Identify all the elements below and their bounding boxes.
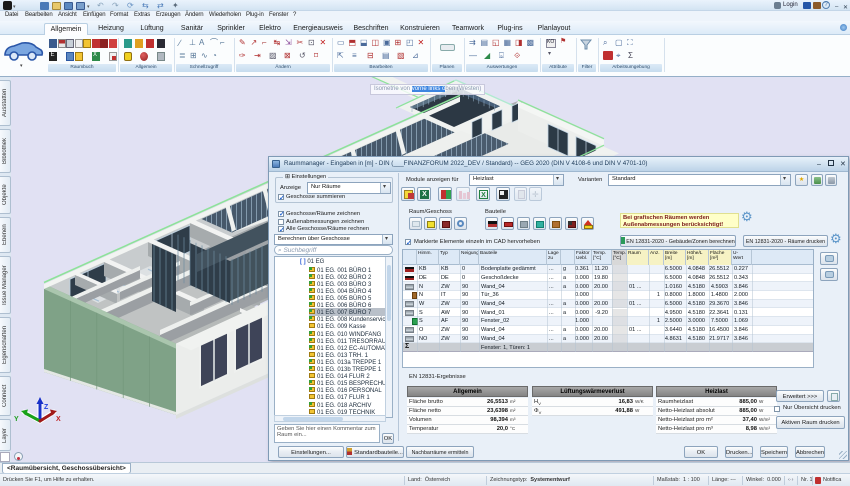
svg-text:Z: Z (44, 404, 49, 411)
svg-text:Y: Y (14, 416, 19, 423)
svg-text:X: X (56, 416, 61, 423)
